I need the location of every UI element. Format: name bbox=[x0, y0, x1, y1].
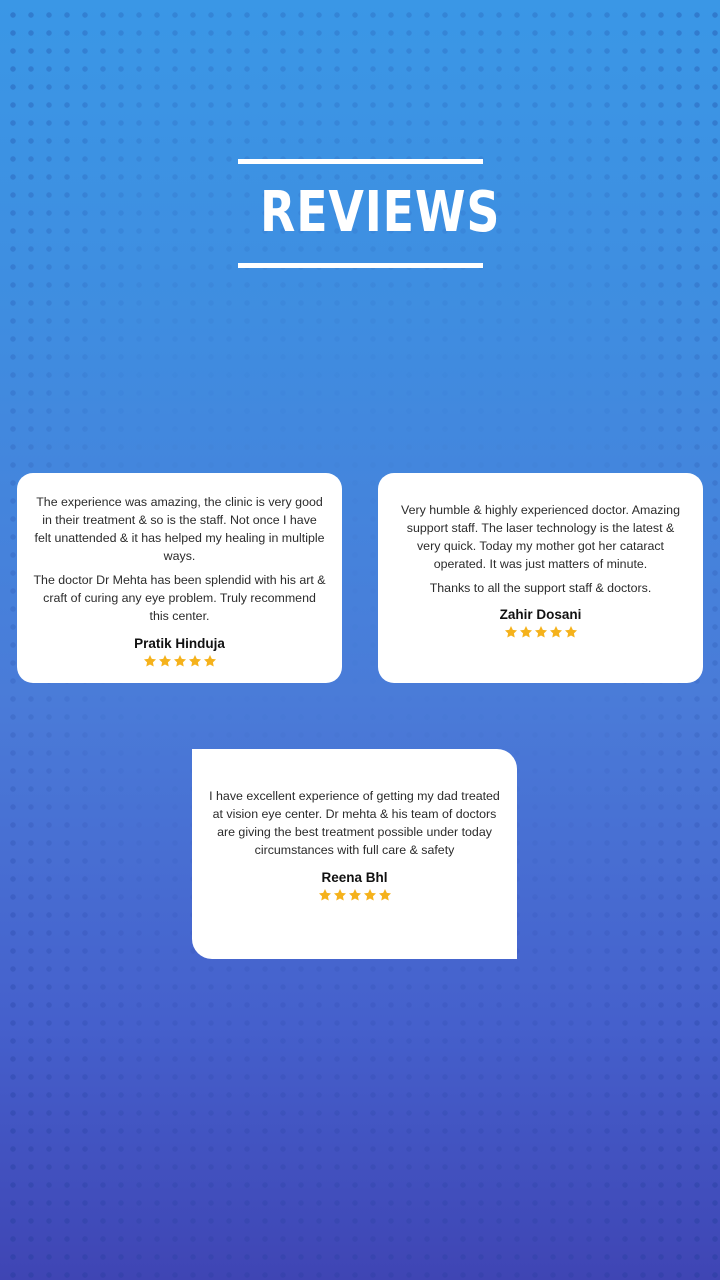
star-icon bbox=[143, 655, 156, 667]
title-rule-bottom bbox=[238, 263, 483, 268]
reviewer-name: Pratik Hinduja bbox=[134, 636, 225, 651]
page-title: REVIEWS bbox=[260, 180, 501, 245]
star-icon bbox=[173, 655, 186, 667]
star-icon bbox=[363, 889, 376, 901]
star-icon bbox=[564, 626, 577, 638]
review-text: Very humble & highly experienced doctor.… bbox=[401, 503, 680, 571]
review-card: I have excellent experience of getting m… bbox=[192, 749, 517, 959]
star-icon bbox=[378, 889, 391, 901]
star-icon bbox=[333, 889, 346, 901]
star-icon bbox=[504, 626, 517, 638]
star-icon bbox=[158, 655, 171, 667]
review-card: The experience was amazing, the clinic i… bbox=[17, 473, 342, 683]
star-icon bbox=[203, 655, 216, 667]
star-rating bbox=[208, 888, 501, 902]
title-rule-top bbox=[238, 159, 483, 164]
star-icon bbox=[519, 626, 532, 638]
star-icon bbox=[549, 626, 562, 638]
star-icon bbox=[188, 655, 201, 667]
review-text: The doctor Dr Mehta has been splendid wi… bbox=[33, 573, 326, 623]
review-text: Thanks to all the support staff & doctor… bbox=[429, 581, 652, 595]
review-text: I have excellent experience of getting m… bbox=[209, 789, 500, 857]
review-card: Very humble & highly experienced doctor.… bbox=[378, 473, 703, 683]
star-icon bbox=[534, 626, 547, 638]
star-icon bbox=[318, 889, 331, 901]
review-text: The experience was amazing, the clinic i… bbox=[34, 495, 325, 563]
star-icon bbox=[348, 889, 361, 901]
star-rating bbox=[33, 654, 326, 668]
reviewer-name: Zahir Dosani bbox=[499, 607, 582, 622]
star-rating bbox=[394, 625, 687, 639]
reviewer-name: Reena Bhl bbox=[321, 870, 388, 885]
